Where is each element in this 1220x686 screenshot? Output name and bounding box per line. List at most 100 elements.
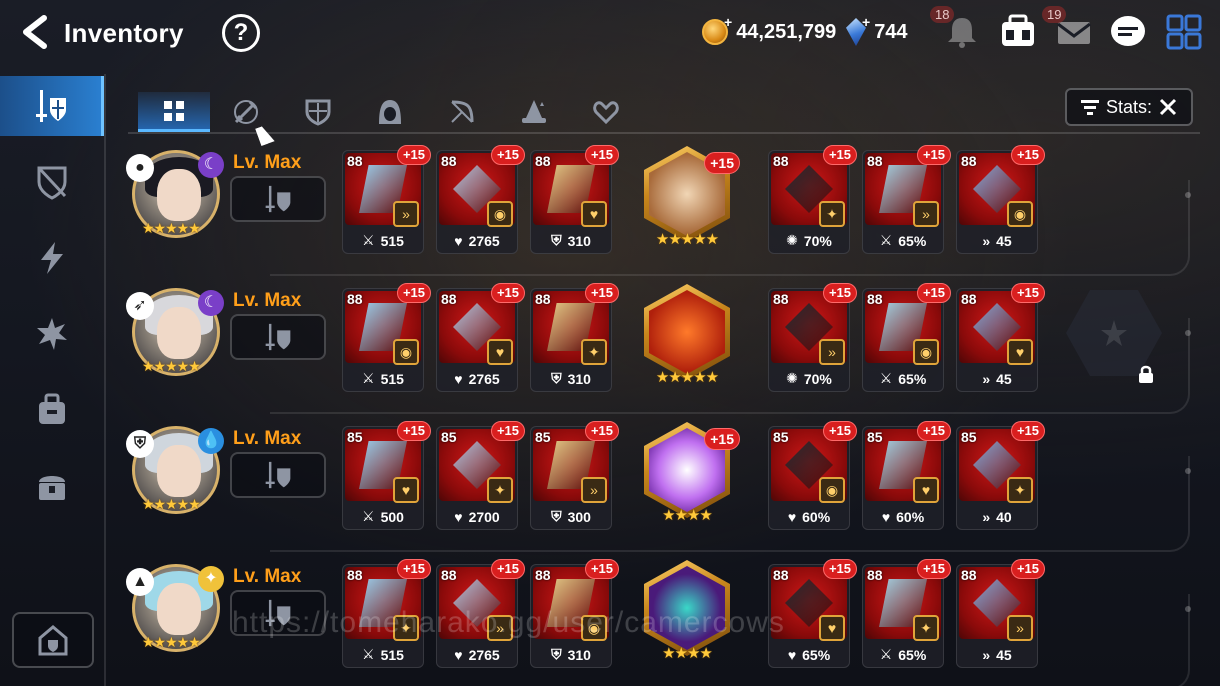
speed-icon: » [982,233,991,249]
grid-icon [164,100,184,121]
gold-amount: 44,251,799 [736,20,837,43]
equipment-level: 88 [535,291,551,307]
team-button[interactable] [998,14,1038,50]
main-stat: » 40 [957,509,1037,525]
equipment-level: 85 [961,429,977,445]
tab-armor[interactable] [282,92,354,132]
bag-icon [39,393,65,424]
base-button[interactable] [12,612,94,668]
nav-storage[interactable] [0,456,104,516]
main-stat-value: 2700 [468,509,500,525]
enhance-badge: +15 [822,145,857,165]
artifact-stars: ★★★★★ [655,231,719,248]
equipment-slot[interactable]: 85 +15 ♥ ♥ 60% [862,421,951,530]
broken-shield-icon [37,166,67,200]
notification-bell-button[interactable]: 18 [930,6,982,50]
set-icon: ◉ [487,201,513,227]
artifact-stars: ★★★★★ [655,369,719,386]
help-button[interactable]: ? [222,14,260,52]
main-stat: ✺ 70% [769,370,849,387]
health-icon: ♥ [454,371,463,387]
equipment-slot[interactable]: 88 +15 ✦ ⛨ 310 [530,283,619,392]
hero-level: Lv. Max [233,152,302,173]
artifact-enhance-badge: +15 [704,152,740,174]
main-stat-value: 70% [803,232,832,249]
equipment-slot[interactable]: 88 +15 » ⚔ 65% [862,145,951,254]
equipment-slot[interactable]: 88 +15 ✦ ✺ 70% [768,145,857,254]
grid-menu-icon [1166,14,1202,50]
equipment-level: 85 [347,429,363,445]
enhance-badge: +15 [584,559,619,579]
nav-artifact[interactable] [0,152,104,212]
nav-material[interactable] [0,304,104,364]
equipment-slot[interactable]: 85 +15 » ⛨ 300 [530,421,619,530]
equipment-slot[interactable]: 88 +15 » ⚔ 515 [342,145,431,254]
gold-currency[interactable]: + 44,251,799 [702,14,837,48]
equipment-slot[interactable]: 85 +15 ◉ ♥ 60% [768,421,857,530]
equipment-slot[interactable]: 88 +15 ♥ » 45 [956,283,1045,392]
equipment-slot[interactable]: 88 +15 ♥ ⛨ 310 [530,145,619,254]
artifact-slot[interactable]: +15 ★★★★ [640,422,740,530]
defense-icon: ⛨ [551,646,562,662]
page-title: Inventory [64,18,184,48]
scroll-dot [1185,192,1191,198]
main-stat-value: 65% [802,647,831,663]
main-stat-value: 45 [996,371,1012,387]
tab-weapon[interactable] [210,92,282,132]
equipment-slot[interactable]: 88 +15 ◉ ♥ 2765 [436,145,525,254]
equipment-slot[interactable]: 88 +15 ✦ ⚔ 65% [862,559,951,668]
equipment-slot[interactable]: 88 +15 ◉ ⚔ 65% [862,283,951,392]
artifact-slot[interactable]: ★★★★★ [640,284,734,392]
enhance-badge: +15 [1010,421,1045,441]
equipment-slot[interactable]: 88 +15 ◉ » 45 [956,145,1045,254]
equipment-slot[interactable]: 88 +15 ♥ ♥ 2765 [436,283,525,392]
equipment-level: 88 [441,153,457,169]
nav-bag[interactable] [0,380,104,440]
heart-wing-icon [593,101,619,125]
equipment-slot[interactable]: 88 +15 ◉ ⚔ 515 [342,283,431,392]
tab-helmet[interactable] [354,92,426,132]
main-stat-value: 515 [380,646,404,663]
nav-equipment[interactable] [0,76,104,136]
main-stat-value: 2765 [468,647,500,663]
main-stat: ♥ 60% [769,509,849,525]
main-stat-value: 65% [898,646,927,663]
set-icon: ♥ [581,201,607,227]
equipment-slot[interactable]: 88 +15 » » 45 [956,559,1045,668]
tab-all[interactable] [138,92,210,132]
equip-preset-button[interactable] [230,314,326,360]
add-gold-icon: + [724,14,733,30]
main-stat: ♥ 2700 [437,509,517,525]
stats-filter-button[interactable]: Stats: [1065,88,1193,126]
nav-catalyst[interactable] [0,228,104,288]
speed-icon: » [982,647,991,663]
main-stat-value: 310 [567,370,591,387]
crystal-currency[interactable]: + 744 [846,14,908,48]
chat-button[interactable] [1108,14,1148,50]
equipment-level: 88 [961,567,977,583]
speed-icon: » [982,371,991,387]
main-stat-value: 70% [803,370,832,387]
attack-icon: ⚔ [879,232,893,248]
equipment-slot[interactable]: 85 +15 ♥ ⚔ 500 [342,421,431,530]
hood-icon [379,100,401,124]
menu-button[interactable] [1164,14,1204,50]
tab-mage[interactable] [498,92,570,132]
equipment-slot[interactable]: 88 +15 » ✺ 70% [768,283,857,392]
artifact-slot[interactable]: +15 ★★★★★ [640,146,740,254]
back-arrow-icon[interactable] [18,14,52,50]
set-icon: » [819,339,845,365]
equipment-level: 88 [773,153,789,169]
emblem-icon [1101,320,1127,346]
equip-preset-button[interactable] [230,176,326,222]
tab-soul-weaver[interactable] [570,92,642,132]
equipment-level: 88 [961,153,977,169]
equipment-slot[interactable]: 85 +15 ✦ ♥ 2700 [436,421,525,530]
tab-ranger[interactable] [426,92,498,132]
equip-preset-button[interactable] [230,452,326,498]
attack-icon: ⚔ [879,370,893,386]
crossed-swords-icon [1159,98,1177,116]
mail-button[interactable]: 19 [1042,6,1094,50]
equipment-slot[interactable]: 85 +15 ✦ » 40 [956,421,1045,530]
sword-shield-icon [35,90,66,122]
